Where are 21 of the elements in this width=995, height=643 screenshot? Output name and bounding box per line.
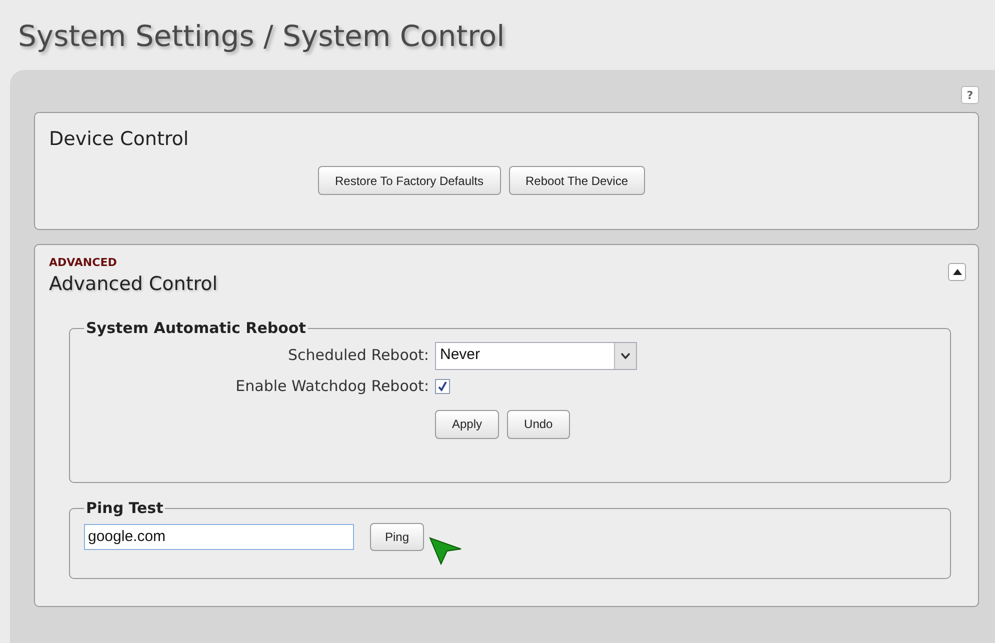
panel-title: Device Control bbox=[49, 127, 189, 152]
action-button[interactable]: Restore To Factory Defaults bbox=[318, 166, 500, 195]
form-button[interactable]: Undo bbox=[507, 410, 570, 438]
field-label: Scheduled Reboot: bbox=[288, 346, 429, 364]
triangle-up-icon bbox=[952, 269, 962, 275]
page-title: System Settings / System Control bbox=[18, 18, 505, 55]
group-legend: System Automatic Reboot bbox=[84, 317, 308, 340]
panel-title: Advanced Control bbox=[49, 273, 218, 295]
chevron-down-icon bbox=[621, 352, 630, 358]
action-button[interactable]: Reboot The Device bbox=[508, 166, 646, 195]
group-legend: Ping Test bbox=[84, 497, 166, 520]
ping-button[interactable]: Ping bbox=[370, 522, 424, 550]
form-button[interactable]: Apply bbox=[435, 410, 500, 438]
watchdog-checkbox[interactable] bbox=[435, 378, 450, 394]
scheduled-reboot-dropdown[interactable]: Never bbox=[435, 342, 637, 370]
pointer-cursor-icon bbox=[429, 536, 463, 564]
advanced-label: ADVANCED bbox=[49, 257, 117, 269]
host-input-field[interactable]: google.com bbox=[84, 524, 354, 550]
field-label: Enable Watchdog Reboot: bbox=[236, 376, 429, 395]
collapse-button[interactable] bbox=[948, 263, 966, 281]
help-button[interactable]: ? bbox=[961, 86, 979, 104]
